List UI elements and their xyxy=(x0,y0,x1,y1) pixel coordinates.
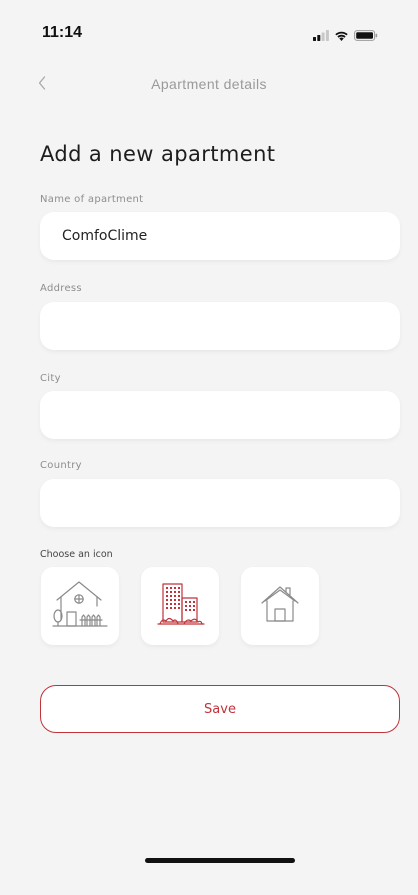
apartment-buildings-icon xyxy=(154,578,206,635)
country-label: Country xyxy=(40,460,82,471)
status-bar: 11:14 xyxy=(0,0,418,60)
status-icons xyxy=(313,27,378,41)
apartment-name-input[interactable] xyxy=(40,212,400,260)
icon-option-simple-house[interactable] xyxy=(241,567,319,645)
apartment-name-field-box xyxy=(40,212,400,260)
city-input[interactable] xyxy=(40,391,400,439)
wifi-icon xyxy=(334,30,349,41)
country-input[interactable] xyxy=(40,479,400,527)
icon-option-apartment-buildings[interactable] xyxy=(141,567,219,645)
save-button[interactable]: Save xyxy=(40,685,400,733)
nav-bar: Apartment details xyxy=(0,60,418,110)
status-time: 11:14 xyxy=(42,24,83,41)
country-field-box xyxy=(40,479,400,527)
battery-icon xyxy=(354,30,378,41)
address-field-box xyxy=(40,302,400,350)
signal-icon xyxy=(313,30,329,41)
address-label: Address xyxy=(40,283,82,294)
address-input[interactable] xyxy=(40,302,400,350)
city-label: City xyxy=(40,373,61,384)
apartment-details-screen: 11:14 Apartment details Add a new apartm… xyxy=(0,0,418,895)
apartment-name-label: Name of apartment xyxy=(40,194,144,205)
house-with-garden-icon xyxy=(49,576,111,637)
choose-icon-label: Choose an icon xyxy=(40,549,113,560)
page-title: Apartment details xyxy=(151,76,267,92)
icon-option-house-garden[interactable] xyxy=(41,567,119,645)
home-indicator[interactable] xyxy=(145,858,295,863)
form-heading: Add a new apartment xyxy=(40,142,276,166)
city-field-box xyxy=(40,391,400,439)
simple-house-icon xyxy=(258,582,302,631)
